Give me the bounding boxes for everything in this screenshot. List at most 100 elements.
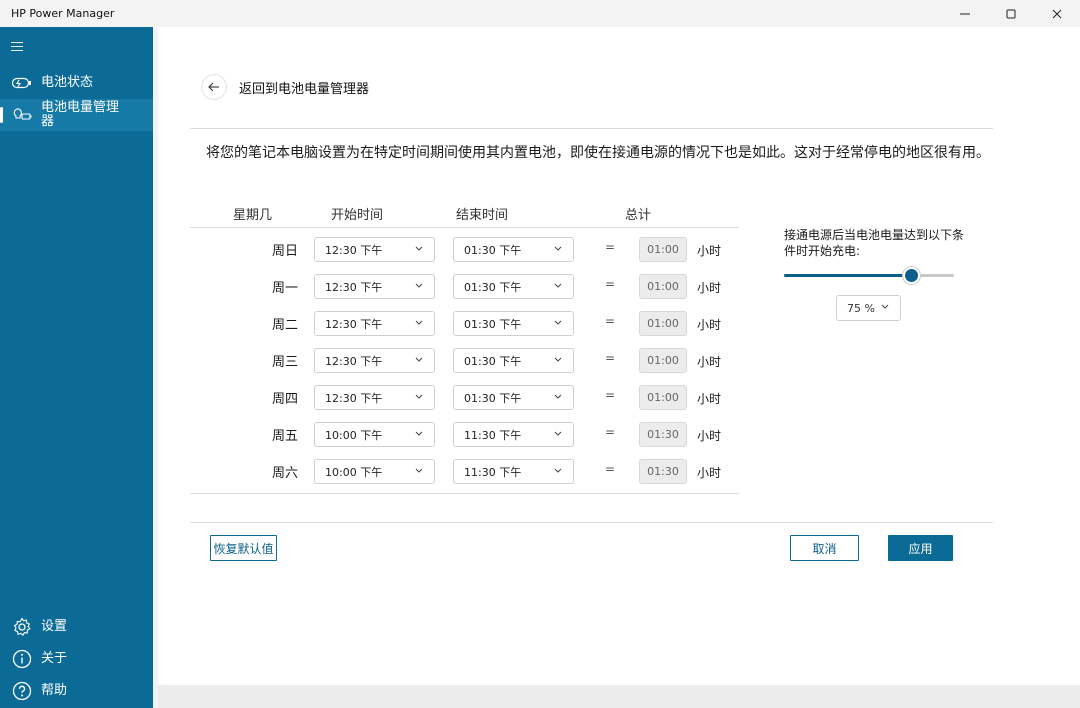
charge-threshold-label: 接通电源后当电池电量达到以下条件时开始充电: <box>784 228 965 258</box>
sidebar-item-label: 帮助 <box>41 683 68 698</box>
start-time-select[interactable]: 12:30 下午 <box>314 348 435 373</box>
description-text: 将您的笔记本电脑设置为在特定时间期间使用其内置电池，即使在接通电源的情况下也是如… <box>206 145 990 161</box>
battery-manager-icon <box>12 105 32 125</box>
chevron-down-icon <box>415 246 423 251</box>
equals-sign: = <box>605 462 616 476</box>
minimize-icon <box>960 13 970 14</box>
end-time-select[interactable]: 11:30 下午 <box>453 459 574 484</box>
chevron-down-icon <box>554 431 562 436</box>
bottom-strip <box>158 685 1080 708</box>
chevron-down-icon <box>415 431 423 436</box>
start-time-select[interactable]: 10:00 下午 <box>314 422 435 447</box>
total-field: 01:30 <box>639 459 687 484</box>
charge-level-slider[interactable] <box>784 267 954 284</box>
arrow-left-icon <box>208 82 219 92</box>
chevron-down-icon <box>554 283 562 288</box>
end-time-value: 11:30 下午 <box>464 465 522 479</box>
day-label: 周二 <box>272 318 299 333</box>
sidebar-item-battery-manager[interactable]: 电池电量管理器 <box>0 99 153 131</box>
minimize-button[interactable] <box>942 0 988 27</box>
equals-sign: = <box>605 425 616 439</box>
start-time-select[interactable]: 12:30 下午 <box>314 274 435 299</box>
day-label: 周五 <box>272 429 299 444</box>
end-time-select[interactable]: 01:30 下午 <box>453 237 574 262</box>
unit-label: 小时 <box>697 392 722 406</box>
day-label: 周一 <box>272 281 299 296</box>
column-header-total: 总计 <box>625 208 652 223</box>
chevron-down-icon <box>415 468 423 473</box>
column-header-start: 开始时间 <box>331 208 384 223</box>
end-time-select[interactable]: 01:30 下午 <box>453 274 574 299</box>
slider-fill <box>784 274 912 277</box>
end-time-value: 01:30 下午 <box>464 317 522 331</box>
maximize-icon <box>1006 9 1016 18</box>
day-label: 周三 <box>272 355 299 370</box>
table-row: 周五 10:00 下午 11:30 下午 = 01:30 小时 <box>158 422 758 448</box>
start-time-select[interactable]: 12:30 下午 <box>314 237 435 262</box>
equals-sign: = <box>605 314 616 328</box>
chevron-down-icon <box>554 320 562 325</box>
table-row: 周日 12:30 下午 01:30 下午 = 01:00 小时 <box>158 237 758 263</box>
help-icon <box>12 681 32 701</box>
title-bar: HP Power Manager <box>0 0 1080 27</box>
chevron-down-icon <box>415 357 423 362</box>
unit-label: 小时 <box>697 281 722 295</box>
battery-status-icon <box>12 73 32 93</box>
sidebar-item-battery-status[interactable]: 电池状态 <box>0 71 153 95</box>
column-header-end: 结束时间 <box>456 208 509 223</box>
table-footer-divider <box>190 493 739 494</box>
start-time-value: 12:30 下午 <box>325 317 383 331</box>
end-time-select[interactable]: 01:30 下午 <box>453 348 574 373</box>
start-time-select[interactable]: 12:30 下午 <box>314 311 435 336</box>
chevron-down-icon <box>881 304 889 309</box>
apply-button[interactable]: 应用 <box>888 535 953 561</box>
unit-label: 小时 <box>697 318 722 332</box>
equals-sign: = <box>605 388 616 402</box>
chevron-down-icon <box>415 320 423 325</box>
sidebar-item-settings[interactable]: 设置 <box>0 615 153 639</box>
end-time-select[interactable]: 01:30 下午 <box>453 385 574 410</box>
end-time-value: 01:30 下午 <box>464 354 522 368</box>
unit-label: 小时 <box>697 429 722 443</box>
window-title: HP Power Manager <box>11 7 115 20</box>
table-header-divider <box>190 227 739 228</box>
end-time-select[interactable]: 11:30 下午 <box>453 422 574 447</box>
equals-sign: = <box>605 351 616 365</box>
charge-level-select[interactable]: 75 % <box>836 295 901 321</box>
slider-thumb[interactable] <box>903 267 920 284</box>
back-button[interactable] <box>202 75 226 99</box>
table-row: 周四 12:30 下午 01:30 下午 = 01:00 小时 <box>158 385 758 411</box>
sidebar-item-help[interactable]: 帮助 <box>0 679 153 703</box>
unit-label: 小时 <box>697 244 722 258</box>
sidebar-item-label: 关于 <box>41 651 68 666</box>
hamburger-menu-icon[interactable] <box>11 42 25 52</box>
maximize-button[interactable] <box>988 0 1034 27</box>
start-time-value: 12:30 下午 <box>325 354 383 368</box>
chevron-down-icon <box>415 394 423 399</box>
active-indicator <box>0 107 3 123</box>
close-button[interactable] <box>1034 0 1080 27</box>
unit-label: 小时 <box>697 466 722 480</box>
sidebar-item-about[interactable]: 关于 <box>0 647 153 671</box>
start-time-select[interactable]: 10:00 下午 <box>314 459 435 484</box>
divider <box>190 128 993 129</box>
start-time-value: 12:30 下午 <box>325 280 383 294</box>
total-field: 01:00 <box>639 348 687 373</box>
main-content: 返回到电池电量管理器 将您的笔记本电脑设置为在特定时间期间使用其内置电池，即使在… <box>158 27 1080 685</box>
total-field: 01:00 <box>639 237 687 262</box>
chevron-down-icon <box>554 357 562 362</box>
footer-divider <box>190 522 993 523</box>
window-controls <box>942 0 1080 27</box>
equals-sign: = <box>605 240 616 254</box>
page-title: 返回到电池电量管理器 <box>239 82 370 97</box>
restore-defaults-button[interactable]: 恢复默认值 <box>210 535 277 561</box>
table-row: 周二 12:30 下午 01:30 下午 = 01:00 小时 <box>158 311 758 337</box>
start-time-select[interactable]: 12:30 下午 <box>314 385 435 410</box>
end-time-select[interactable]: 01:30 下午 <box>453 311 574 336</box>
total-field: 01:00 <box>639 274 687 299</box>
end-time-value: 11:30 下午 <box>464 428 522 442</box>
cancel-button[interactable]: 取消 <box>790 535 859 561</box>
chevron-down-icon <box>415 283 423 288</box>
total-field: 01:00 <box>639 311 687 336</box>
day-label: 周六 <box>272 466 299 481</box>
